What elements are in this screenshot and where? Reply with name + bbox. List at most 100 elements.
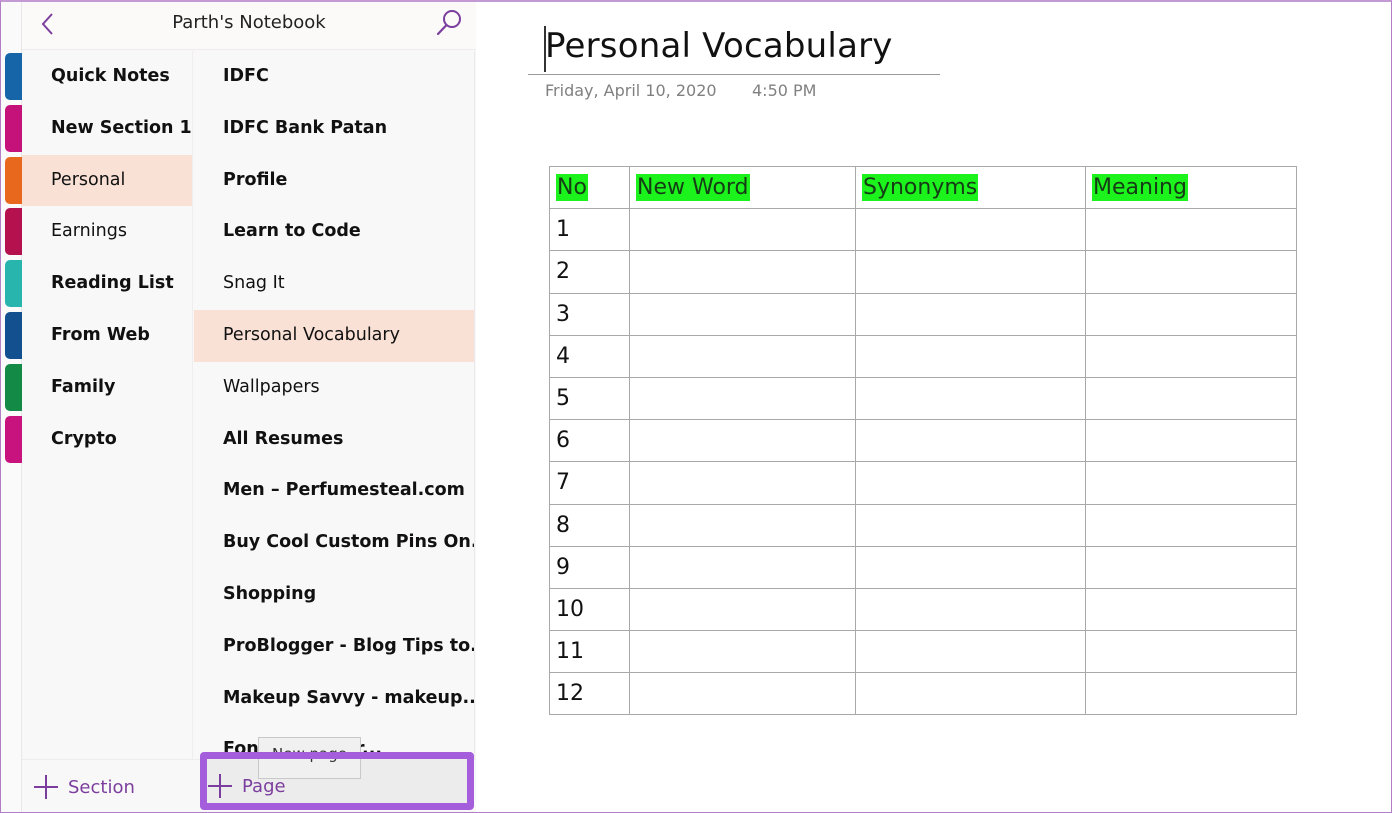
table-cell[interactable] (629, 250, 856, 294)
table-cell[interactable]: 6 (549, 419, 630, 463)
table-cell[interactable] (629, 334, 856, 378)
table-cell[interactable]: 2 (549, 250, 630, 294)
table-header-cell[interactable]: Synonyms (855, 165, 1086, 210)
table-header-cell[interactable]: No (549, 165, 630, 210)
page-item[interactable]: IDFC Bank Patan (194, 103, 474, 155)
table-cell[interactable]: 11 (549, 630, 630, 674)
table-header-cell[interactable]: Meaning (1085, 165, 1297, 210)
table-cell[interactable] (629, 292, 856, 336)
page-item[interactable]: Makeup Savvy - makeup... (194, 673, 474, 725)
section-item[interactable]: Reading List (22, 258, 192, 310)
section-color-tab[interactable] (5, 208, 22, 256)
section-item[interactable]: Personal (22, 154, 192, 207)
table-cell[interactable] (855, 292, 1086, 336)
section-item[interactable]: New Section 1 (22, 103, 192, 155)
page-item[interactable]: Personal Vocabulary (194, 309, 474, 362)
table-cell[interactable] (855, 587, 1086, 632)
table-cell[interactable] (629, 419, 856, 463)
page-item[interactable]: Buy Cool Custom Pins On... (194, 517, 474, 569)
table-cell[interactable] (629, 461, 856, 505)
page-item[interactable]: IDFC (194, 51, 474, 103)
section-color-tab[interactable] (5, 260, 22, 308)
table-cell[interactable]: 9 (549, 545, 630, 589)
table-row: 6 (549, 419, 1297, 463)
highlighted-header-text: No (556, 174, 588, 202)
section-color-tab[interactable] (5, 312, 22, 359)
navigation-pane: Parth's Notebook Quick Notes New Section … (0, 0, 476, 813)
table-cell[interactable] (1085, 292, 1297, 336)
table-cell[interactable]: 8 (549, 503, 630, 547)
page-item[interactable]: Learn to Code (194, 206, 474, 258)
table-cell[interactable] (855, 376, 1086, 421)
plus-icon (208, 774, 232, 798)
table-header-row: No New Word Synonyms Meaning (549, 165, 1297, 210)
table-cell[interactable]: 3 (549, 292, 630, 336)
table-cell[interactable] (1085, 250, 1297, 294)
table-cell[interactable] (629, 376, 856, 421)
table-cell[interactable] (855, 461, 1086, 505)
table-cell[interactable] (855, 545, 1086, 589)
section-item[interactable]: Family (22, 362, 192, 414)
page-date: Friday, April 10, 2020 (545, 81, 717, 100)
table-cell[interactable] (1085, 376, 1297, 421)
notebook-header: Parth's Notebook (22, 0, 476, 50)
page-title[interactable]: Personal Vocabulary (545, 26, 893, 66)
page-item[interactable]: All Resumes (194, 414, 474, 466)
page-item[interactable]: Wallpapers (194, 362, 474, 414)
table-cell[interactable] (1085, 587, 1297, 632)
search-button[interactable] (434, 8, 464, 38)
section-color-tab[interactable] (5, 363, 22, 411)
page-item[interactable]: Shopping (194, 569, 474, 621)
section-color-tabs (0, 0, 22, 813)
table-cell[interactable] (1085, 545, 1297, 589)
page-item[interactable]: Men – Perfumesteal.com (194, 465, 474, 517)
table-cell[interactable] (629, 208, 856, 252)
table-cell[interactable] (855, 208, 1086, 252)
table-row: 4 (549, 334, 1297, 378)
table-cell[interactable] (629, 503, 856, 547)
table-cell[interactable] (855, 503, 1086, 547)
table-cell[interactable] (1085, 503, 1297, 547)
page-list: IDFC IDFC Bank Patan Profile Learn to Code S… (194, 51, 475, 759)
table-row: 8 (549, 503, 1297, 547)
table-cell[interactable] (1085, 334, 1297, 378)
section-item[interactable]: Earnings (22, 206, 192, 258)
table-cell[interactable]: 10 (549, 587, 630, 632)
table-cell[interactable] (855, 334, 1086, 378)
table-cell[interactable]: 12 (549, 672, 630, 716)
table-cell[interactable] (1085, 419, 1297, 463)
section-color-tab[interactable] (5, 415, 22, 463)
table-cell[interactable] (629, 545, 856, 589)
table-row: 3 (549, 292, 1297, 336)
table-cell[interactable] (855, 250, 1086, 294)
section-color-tab[interactable] (5, 104, 22, 152)
table-row: 9 (549, 545, 1297, 589)
page-item[interactable]: Profile (194, 155, 474, 207)
table-cell[interactable]: 4 (549, 334, 630, 378)
table-cell[interactable] (1085, 208, 1297, 252)
table-cell[interactable] (855, 419, 1086, 463)
table-header-cell[interactable]: New Word (629, 165, 856, 210)
page-item[interactable]: Snag It (194, 258, 474, 310)
table-cell[interactable] (1085, 672, 1297, 716)
table-cell[interactable] (855, 672, 1086, 716)
section-item[interactable]: From Web (22, 310, 192, 362)
table-cell[interactable] (855, 630, 1086, 674)
page-item[interactable]: ProBlogger - Blog Tips to... (194, 621, 474, 673)
table-cell[interactable] (1085, 630, 1297, 674)
page-canvas[interactable]: Personal Vocabulary Friday, April 10, 20… (476, 0, 1392, 813)
section-item[interactable]: Crypto (22, 414, 192, 466)
notebook-title: Parth's Notebook (172, 12, 326, 33)
table-cell[interactable]: 7 (549, 461, 630, 505)
table-cell[interactable] (629, 630, 856, 674)
vocabulary-table[interactable]: No New Word Synonyms Meaning 1 2 3 4 5 6 7 8 9 10 11 1… (549, 165, 1297, 716)
section-item[interactable]: Quick Notes (22, 51, 192, 103)
table-cell[interactable]: 5 (549, 376, 630, 421)
table-cell[interactable] (1085, 461, 1297, 505)
table-cell[interactable] (629, 672, 856, 716)
table-cell[interactable] (629, 587, 856, 632)
table-row: 5 (549, 376, 1297, 421)
section-color-tab[interactable] (5, 156, 22, 204)
table-cell[interactable]: 1 (549, 208, 630, 252)
section-color-tab[interactable] (5, 53, 22, 100)
